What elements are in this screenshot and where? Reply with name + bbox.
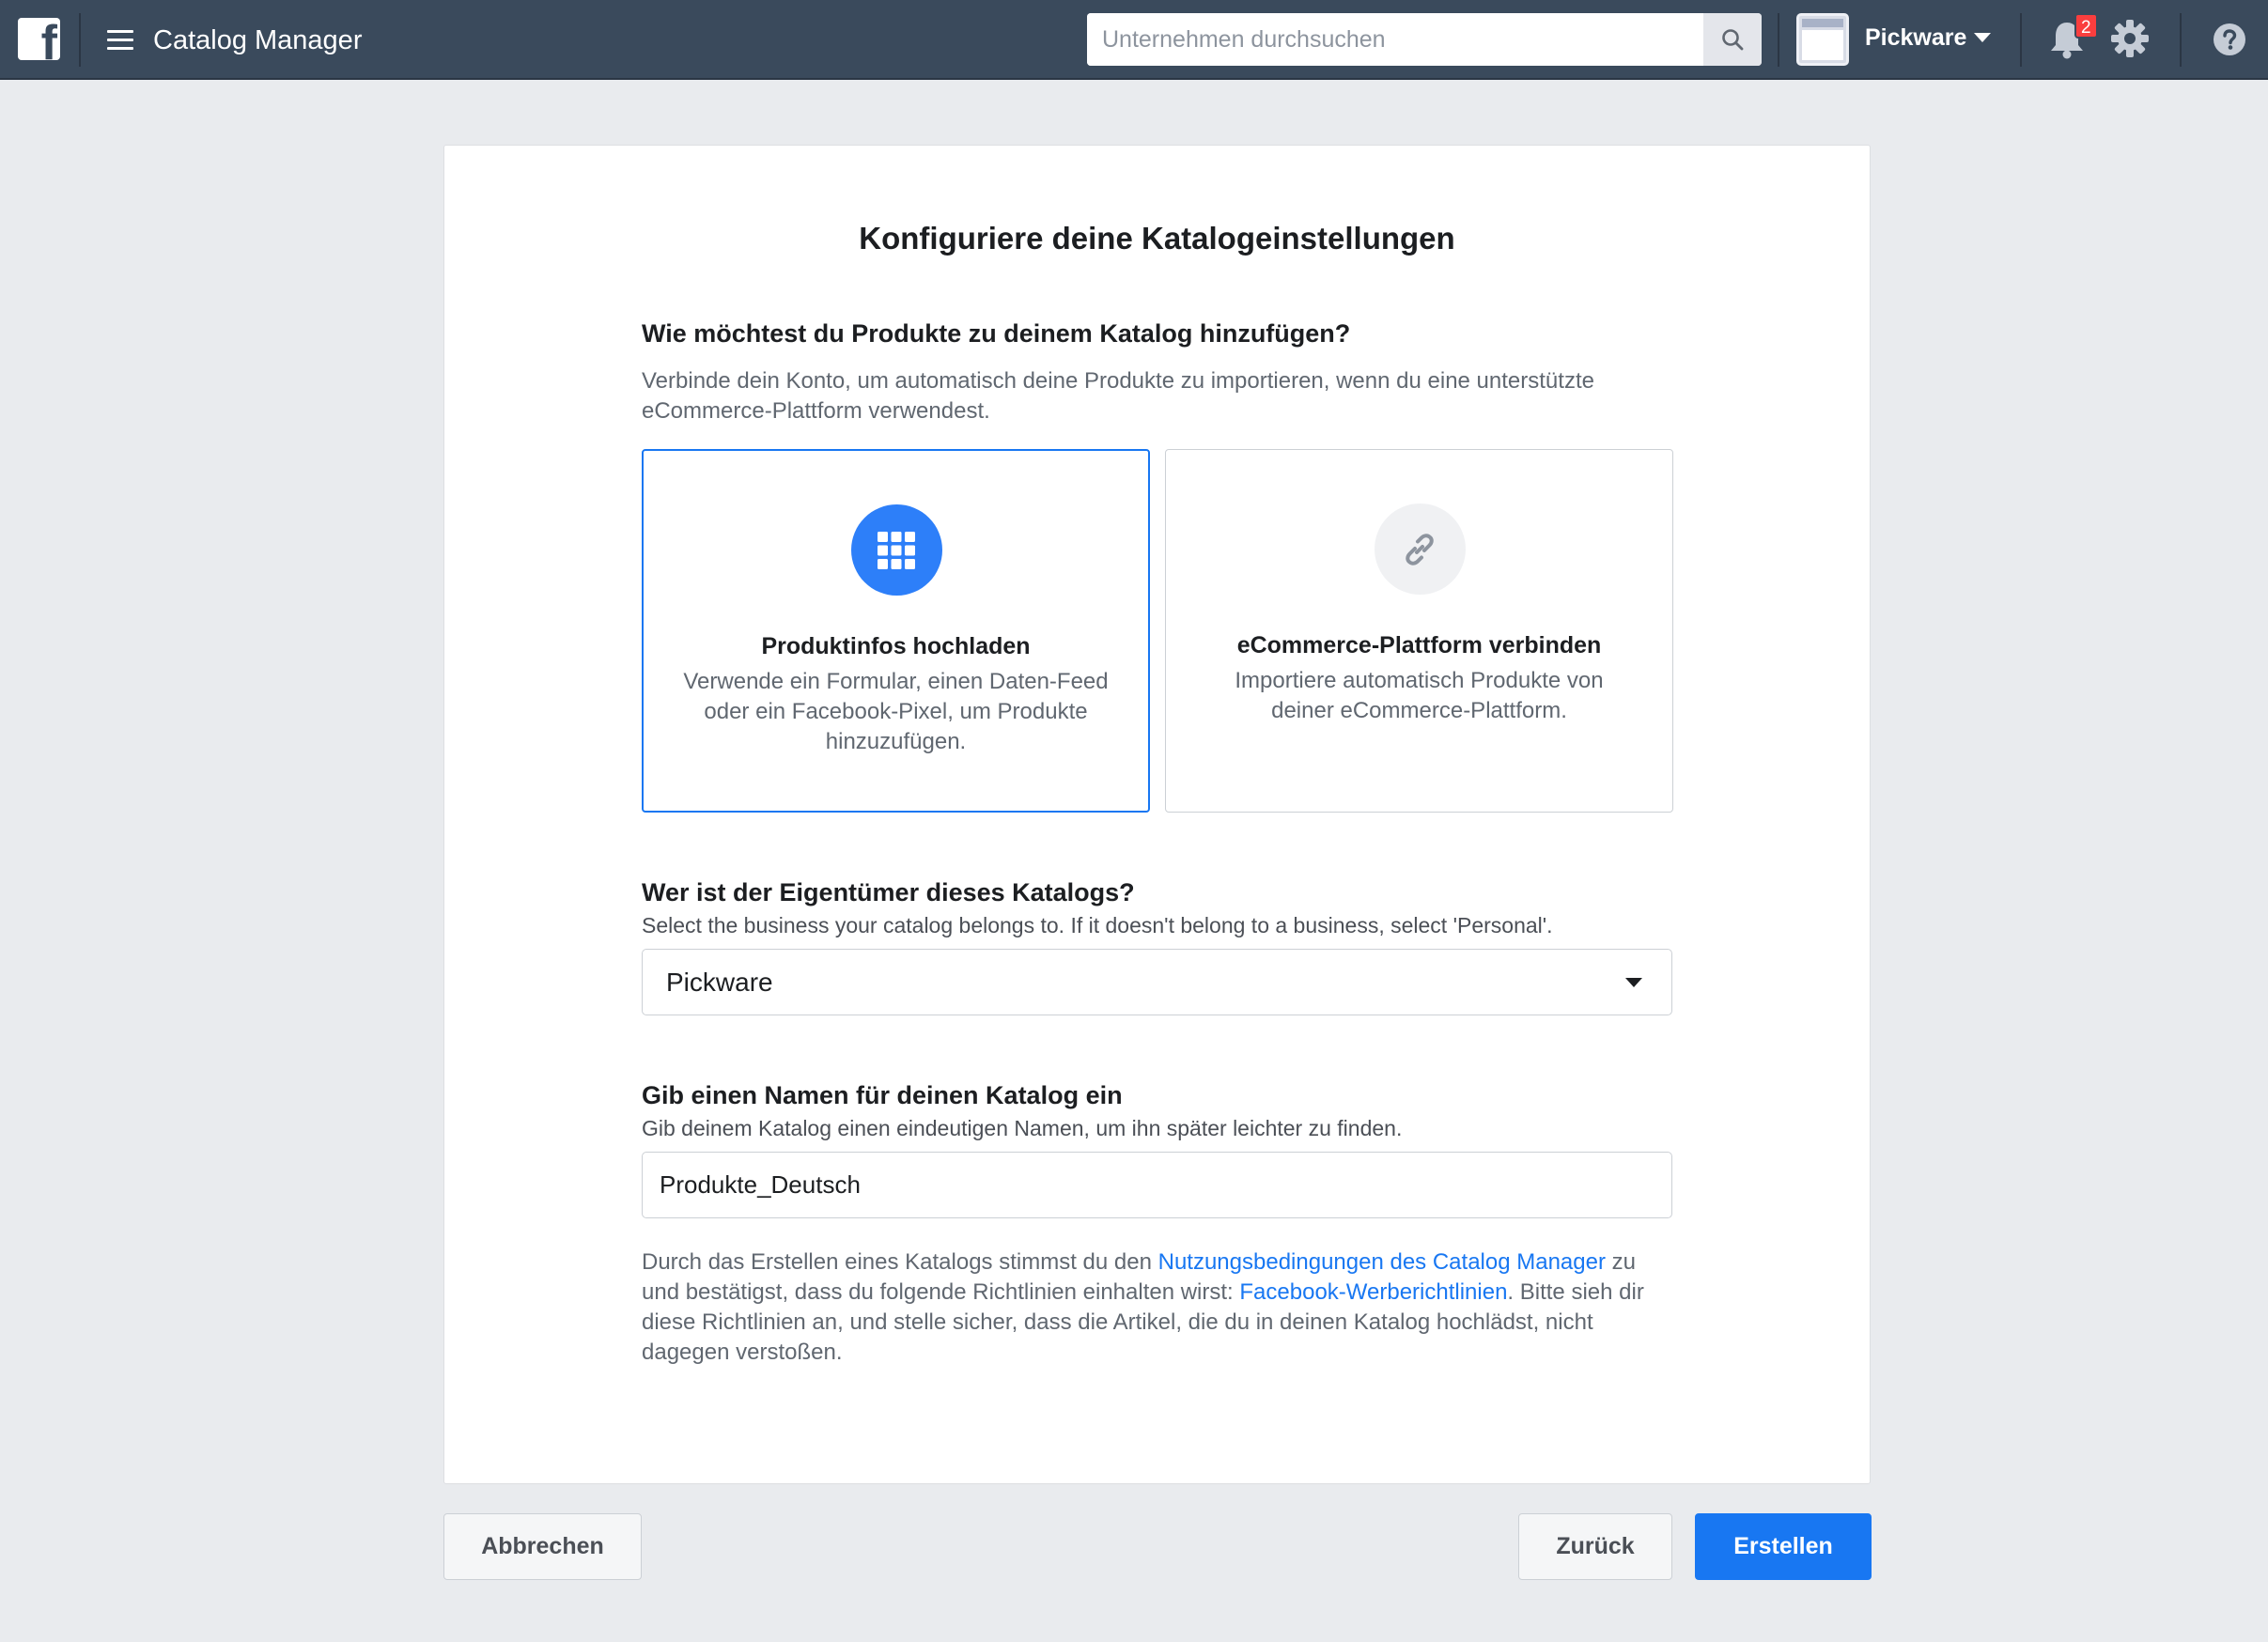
caret-down-icon <box>1625 978 1642 987</box>
products-section-heading: Wie möchtest du Produkte zu deinem Katal… <box>642 319 1351 348</box>
caret-down-icon[interactable] <box>1973 32 1992 43</box>
search-icon <box>1722 29 1744 51</box>
name-section-description: Gib deinem Katalog einen eindeutigen Nam… <box>642 1116 1403 1140</box>
business-search <box>1087 13 1762 66</box>
help-icon[interactable] <box>2213 23 2246 56</box>
link-icon <box>1374 503 1466 595</box>
divider <box>1778 13 1779 67</box>
facebook-logo-glyph: f <box>40 18 57 60</box>
facebook-logo-icon[interactable]: f <box>18 18 60 60</box>
divider <box>2180 13 2182 67</box>
owner-select[interactable]: Pickware <box>642 949 1672 1015</box>
grid-icon <box>850 504 942 596</box>
option-upload-product-info[interactable]: Produktinfos hochladen Verwende ein Form… <box>642 449 1150 813</box>
ad-policies-link[interactable]: Facebook-Werberichtlinien <box>1239 1279 1507 1305</box>
cancel-button[interactable]: Abbrechen <box>443 1513 642 1580</box>
divider <box>79 13 81 67</box>
owner-select-value: Pickware <box>666 968 773 997</box>
top-navigation-bar: f Catalog Manager Pickware 2 <box>0 0 2268 80</box>
legal-text: Durch das Erstellen eines Katalogs stimm… <box>642 1249 1158 1275</box>
option-description: Verwende ein Formular, einen Daten-Feed … <box>683 669 1109 754</box>
owner-section-description: Select the business your catalog belongs… <box>642 913 1553 937</box>
owner-section-heading: Wer ist der Eigentümer dieses Katalogs? <box>642 878 1135 906</box>
business-name[interactable]: Pickware <box>1865 23 1966 53</box>
search-input[interactable] <box>1087 13 1703 66</box>
option-description: Importiere automatisch Produkte von dein… <box>1235 668 1604 723</box>
products-section-description-line1: Verbinde dein Konto, um automatisch dein… <box>642 368 1594 394</box>
legal-notice: Durch das Erstellen eines Katalogs stimm… <box>642 1247 1672 1368</box>
notification-badge: 2 <box>2074 13 2098 39</box>
option-title: eCommerce-Plattform verbinden <box>1236 632 1602 658</box>
terms-link[interactable]: Nutzungsbedingungen des Catalog Manager <box>1158 1249 1606 1275</box>
gear-icon[interactable] <box>2109 18 2151 59</box>
option-connect-ecommerce[interactable]: eCommerce-Plattform verbinden Importiere… <box>1165 449 1673 813</box>
app-title: Catalog Manager <box>153 25 363 55</box>
hamburger-menu-icon[interactable] <box>107 28 133 51</box>
divider <box>2020 13 2022 67</box>
search-button[interactable] <box>1703 13 1762 66</box>
page-title: Konfiguriere deine Katalogeinstellungen <box>859 221 1455 256</box>
create-button[interactable]: Erstellen <box>1695 1513 1872 1580</box>
back-button[interactable]: Zurück <box>1518 1513 1672 1580</box>
products-section-description-line2: eCommerce-Plattform verwendest. <box>642 398 990 424</box>
catalog-name-input[interactable] <box>642 1152 1672 1218</box>
business-avatar-icon[interactable] <box>1796 13 1849 66</box>
name-section-heading: Gib einen Namen für deinen Katalog ein <box>642 1081 1123 1109</box>
option-title: Produktinfos hochladen <box>761 633 1031 659</box>
